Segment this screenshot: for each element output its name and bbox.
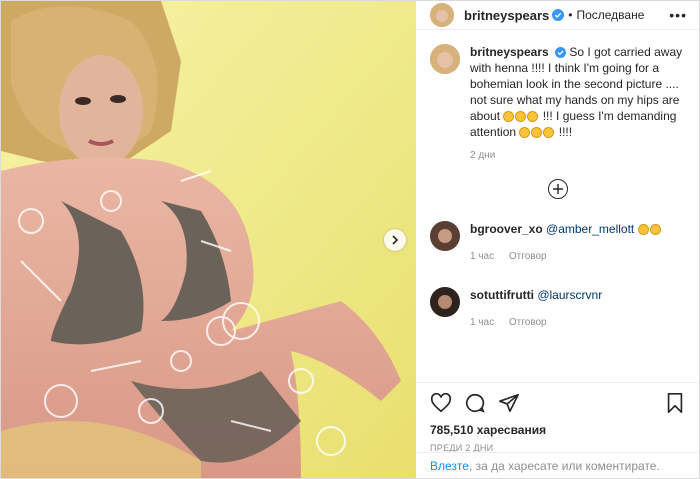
emoji-icon xyxy=(503,111,515,122)
reply-button[interactable]: Отговор xyxy=(509,317,547,328)
post-header: britneyspears • Последване ••• xyxy=(416,1,699,30)
follow-button[interactable]: Последване xyxy=(576,8,644,22)
heart-icon[interactable] xyxy=(430,392,452,414)
load-more-comments[interactable] xyxy=(430,179,685,199)
comment-mention[interactable]: @amber_mellott xyxy=(546,222,634,236)
comments-section: britneyspears So I got carried away with… xyxy=(416,30,699,382)
comment-avatar[interactable] xyxy=(430,221,460,251)
caption-avatar[interactable] xyxy=(430,44,460,74)
emoji-icon xyxy=(527,111,539,122)
comment-meta: 1 час Отговор xyxy=(470,249,662,265)
login-link[interactable]: Влезте xyxy=(430,459,469,473)
photo-illustration xyxy=(1,1,416,478)
emoji-icon xyxy=(531,127,543,138)
caption: britneyspears So I got carried away with… xyxy=(430,44,685,140)
comment-body: sotuttifrutti @laurscrvnr 1 час Отговор xyxy=(470,287,602,331)
comment-time: 1 час xyxy=(470,317,495,328)
action-icons xyxy=(430,391,685,415)
verified-badge-icon xyxy=(555,47,567,59)
next-photo-button[interactable] xyxy=(384,229,406,251)
emoji-icon xyxy=(649,224,661,235)
emoji-icon xyxy=(637,224,649,235)
caption-text-cont: !!! I guess I'm demanding attention xyxy=(470,109,677,139)
comment-body: bgroover_xo @amber_mellott 1 час Отговор xyxy=(470,221,662,265)
caption-body: britneyspears So I got carried away with… xyxy=(470,44,685,140)
caption-time: 2 дни xyxy=(470,150,496,161)
comment-meta: 1 час Отговор xyxy=(470,315,602,331)
caption-text-end: !!!! xyxy=(558,125,573,139)
login-text: , за да харесате или коментирате. xyxy=(468,459,660,473)
emoji-icon xyxy=(543,127,555,138)
comment-item: sotuttifrutti @laurscrvnr 1 час Отговор xyxy=(430,287,685,331)
login-prompt: Влезте, за да харесате или коментирате. xyxy=(416,452,699,478)
author-avatar[interactable] xyxy=(430,3,454,27)
author-username[interactable]: britneyspears xyxy=(464,8,549,23)
comment-mention[interactable]: @laurscrvnr xyxy=(537,288,602,302)
caption-username[interactable]: britneyspears xyxy=(470,45,549,59)
bookmark-icon[interactable] xyxy=(665,392,685,414)
emoji-icon xyxy=(515,111,527,122)
chevron-right-icon xyxy=(392,235,399,245)
reply-button[interactable]: Отговор xyxy=(509,251,547,262)
verified-badge-icon xyxy=(552,9,565,21)
more-options-icon[interactable]: ••• xyxy=(669,7,687,23)
comment-item: bgroover_xo @amber_mellott 1 час Отговор xyxy=(430,221,685,265)
separator-dot: • xyxy=(568,8,573,22)
comment-time: 1 час xyxy=(470,251,495,262)
emoji-icon xyxy=(519,127,531,138)
likes-count[interactable]: 785,510 харесвания xyxy=(430,423,685,437)
plus-circle-icon[interactable] xyxy=(547,179,568,199)
comment-icon[interactable] xyxy=(464,392,486,414)
share-icon[interactable] xyxy=(498,392,520,414)
post-photo[interactable] xyxy=(1,1,416,478)
instagram-post: britneyspears • Последване ••• britneysp… xyxy=(0,0,700,479)
comment-username[interactable]: bgroover_xo xyxy=(470,222,543,236)
post-sidebar: britneyspears • Последване ••• britneysp… xyxy=(416,1,699,478)
comment-username[interactable]: sotuttifrutti xyxy=(470,288,534,302)
comment-avatar[interactable] xyxy=(430,287,460,317)
